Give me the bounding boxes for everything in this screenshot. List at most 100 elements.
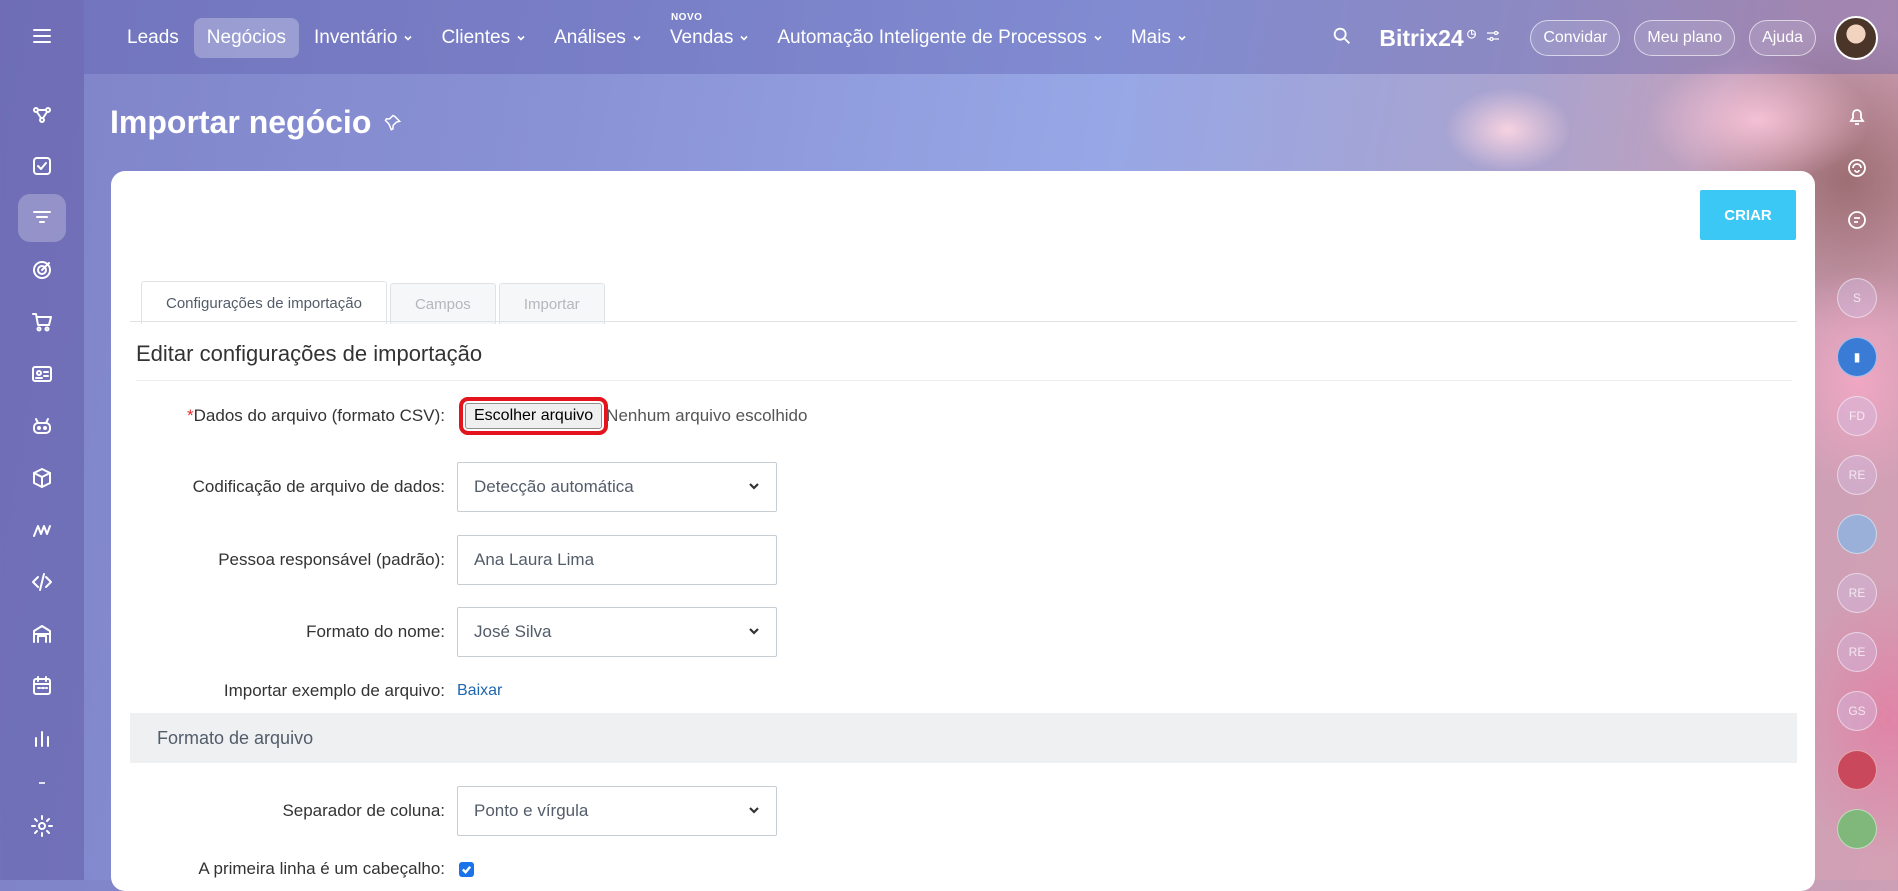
nav-label: Inventário [314, 27, 398, 48]
nav-label: Clientes [441, 27, 511, 48]
nav-label: Automação Inteligente de Processos [777, 27, 1087, 48]
chevron-down-icon [1178, 35, 1186, 41]
brand-name: Bitrix [1379, 24, 1439, 51]
bell-icon[interactable] [1837, 96, 1877, 136]
page-title-text: Importar negócio [110, 104, 372, 140]
section-title: Editar configurações de importação [136, 341, 483, 366]
chat-icon[interactable] [1837, 200, 1877, 240]
nav-item-analises[interactable]: Análises [541, 18, 655, 58]
separator-row: Separador de coluna: Ponto e vírgula [111, 786, 1111, 836]
target-icon[interactable] [18, 246, 66, 294]
brand-number: 24 [1438, 24, 1464, 51]
name-format-row: Formato do nome: José Silva [111, 607, 1111, 657]
chevron-down-icon [404, 35, 413, 41]
nav-label: Mais [1130, 27, 1171, 48]
search-icon[interactable] [1331, 25, 1353, 52]
nav-item-mais[interactable]: Mais [1118, 18, 1200, 58]
file-format-header[interactable]: Formato de arquivo [130, 713, 1797, 763]
task-check-icon[interactable] [1837, 750, 1877, 790]
example-label: Importar exemplo de arquivo: [223, 681, 445, 700]
section-divider [136, 380, 1792, 381]
separator-select[interactable]: Ponto e vírgula [457, 786, 777, 836]
chat-avatar[interactable]: GS [1837, 691, 1877, 731]
chat-avatar[interactable]: RE [1837, 455, 1877, 495]
header-row-label: A primeira linha é um cabeçalho: [198, 859, 445, 878]
nav-label: Vendas [669, 27, 734, 48]
tab-fields[interactable]: Campos [389, 283, 496, 324]
left-sidebar [0, 0, 84, 880]
chevron-down-icon [748, 477, 760, 497]
chat-avatar[interactable]: RE [1837, 632, 1877, 672]
header-row-checkbox[interactable] [459, 861, 474, 877]
tab-import-settings[interactable]: Configurações de importação [141, 281, 387, 324]
page-title: Importar negócio [110, 104, 403, 141]
file-row: *Dados do arquivo (formato CSV): Escolhe… [111, 397, 1111, 435]
settings-sliders-icon[interactable] [1476, 27, 1502, 50]
gear-icon[interactable] [18, 802, 66, 850]
file-label: *Dados do arquivo (formato CSV): [111, 406, 457, 426]
download-link[interactable]: Baixar [457, 682, 502, 700]
required-mark: * [187, 406, 194, 425]
calendar-icon[interactable] [18, 662, 66, 710]
bookmark-icon[interactable]: ▮ [1837, 337, 1877, 377]
cart-icon[interactable] [18, 298, 66, 346]
chat-avatar[interactable]: S [1837, 278, 1877, 318]
store-icon[interactable] [18, 610, 66, 658]
code-icon[interactable] [18, 558, 66, 606]
encoding-select[interactable]: Detecção automática [457, 462, 777, 512]
rail-divider [39, 782, 45, 784]
contacts-card-icon[interactable] [18, 350, 66, 398]
new-badge: NOVO [670, 12, 703, 23]
chevron-down-icon [1094, 35, 1102, 41]
brand-logo[interactable]: Bitrix 24 ◷ [1379, 25, 1476, 52]
right-sidebar: S ▮ FD RE RE RE GS [1816, 96, 1898, 880]
nav-item-inventario[interactable]: Inventário [301, 18, 426, 58]
name-format-select[interactable]: José Silva [457, 607, 777, 657]
invite-button[interactable]: Convidar [1530, 20, 1621, 56]
main-nav: Leads Negócios Inventário Clientes Análi… [114, 12, 1202, 58]
package-icon[interactable] [18, 454, 66, 502]
nav-item-vendas[interactable]: NOVO Vendas [657, 12, 762, 58]
chevron-down-icon [633, 35, 641, 41]
chevron-down-icon [748, 622, 760, 642]
name-format-label: Formato do nome: [306, 622, 445, 641]
example-row: Importar exemplo de arquivo: Baixar [111, 681, 1111, 701]
cat-avatar[interactable] [1837, 514, 1877, 554]
tab-import[interactable]: Importar [498, 283, 605, 324]
menu-icon[interactable] [18, 12, 66, 60]
tasks-icon[interactable] [18, 142, 66, 190]
robot-icon[interactable] [18, 402, 66, 450]
analytics-icon[interactable] [18, 714, 66, 762]
choose-file-button[interactable]: Escolher arquivo [458, 397, 609, 435]
my-plan-button[interactable]: Meu plano [1634, 20, 1736, 56]
header-actions: Bitrix 24 ◷ Convidar Meu plano Ajuda [1331, 16, 1878, 60]
chevron-down-icon [740, 35, 748, 41]
chevron-down-icon [517, 35, 525, 41]
nav-label: Leads [127, 27, 179, 48]
separator-label: Separador de coluna: [282, 801, 445, 820]
nav-item-negocios[interactable]: Negócios [193, 18, 299, 58]
clock-icon: ◷ [1466, 27, 1477, 40]
top-navigation-bar: Leads Negócios Inventário Clientes Análi… [84, 0, 1898, 74]
separator-value: Ponto e vírgula [474, 801, 589, 820]
user-avatar[interactable] [1834, 16, 1878, 60]
responsible-input[interactable]: Ana Laura Lima [457, 535, 777, 585]
responsible-value: Ana Laura Lima [474, 550, 595, 569]
nav-item-automacao[interactable]: Automação Inteligente de Processos [764, 18, 1115, 58]
help-button[interactable]: Ajuda [1749, 20, 1816, 56]
check-icon [461, 865, 472, 874]
pin-icon[interactable] [371, 104, 403, 141]
copilot-icon[interactable] [1837, 148, 1877, 188]
create-button[interactable]: CRIAR [1700, 190, 1796, 240]
nav-item-clientes[interactable]: Clientes [428, 18, 539, 58]
chat-avatar[interactable]: RE [1837, 573, 1877, 613]
nav-item-leads[interactable]: Leads [114, 18, 192, 58]
funnel-icon[interactable] [18, 194, 66, 242]
name-format-value: José Silva [474, 622, 552, 641]
import-card: CRIAR Configurações de importação Campos… [111, 171, 1815, 891]
approve-check-icon[interactable] [1837, 809, 1877, 849]
chat-avatar[interactable]: FD [1837, 396, 1877, 436]
crm-icon[interactable] [18, 90, 66, 138]
import-tabs: Configurações de importação Campos Impor… [141, 281, 608, 324]
signature-icon[interactable] [18, 506, 66, 554]
